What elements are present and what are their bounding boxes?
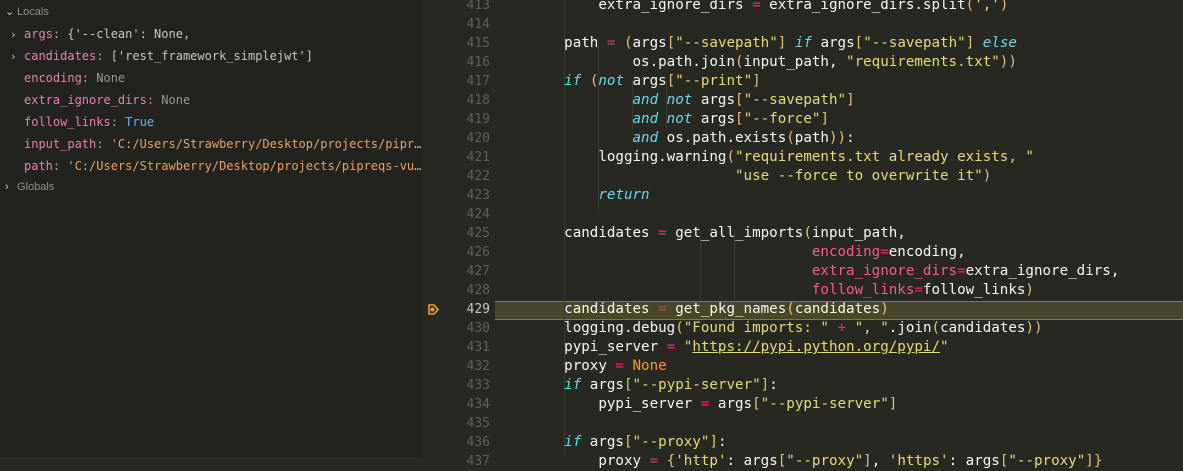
variable-value: ['rest_framework_simplejwt'] (110, 49, 313, 63)
variables-panel: ⌄ Locals › args: {'--clean': None, › candida… (0, 0, 422, 457)
line-number[interactable]: 418 (422, 91, 490, 110)
code-line[interactable]: and not args["--savepath"] (530, 91, 855, 110)
variable-name: args (24, 27, 53, 41)
line-number[interactable]: 428 (422, 281, 490, 300)
line-number[interactable]: 430 (422, 319, 490, 338)
variable-row-extra-ignore-dirs[interactable]: extra_ignore_dirs: None (0, 89, 190, 111)
line-number[interactable]: 436 (422, 433, 490, 452)
code-line[interactable]: candidates = get_pkg_names(candidates) (530, 300, 889, 319)
code-line[interactable]: extra_ignore_dirs=extra_ignore_dirs, (530, 262, 1120, 281)
code-line[interactable]: encoding=encoding, (530, 243, 966, 262)
line-number[interactable]: 415 (422, 34, 490, 53)
variable-row-input-path[interactable]: input_path: 'C:/Users/Strawberry/Desktop… (0, 133, 421, 155)
code-line[interactable]: proxy = None (530, 357, 667, 376)
code-line[interactable]: proxy = {'http': args["--proxy"], 'https… (530, 452, 1102, 471)
line-number[interactable]: 419 (422, 110, 490, 129)
line-number[interactable]: 421 (422, 148, 490, 167)
variable-name: candidates (24, 49, 97, 63)
variable-value: None (161, 93, 191, 107)
line-number[interactable]: 425 (422, 224, 490, 243)
code-editor[interactable]: extra_ignore_dirs = extra_ignore_dirs.sp… (495, 0, 1183, 469)
line-number[interactable]: 431 (422, 338, 490, 357)
line-number[interactable]: 435 (422, 414, 490, 433)
code-line[interactable]: pypi_server = args["--pypi-server"] (530, 395, 897, 414)
chevron-down-icon: ⌄ (5, 6, 15, 18)
line-number[interactable]: 422 (422, 167, 490, 186)
line-number[interactable]: 416 (422, 53, 490, 72)
variable-row-path[interactable]: path: 'C:/Users/Strawberry/Desktop/proje… (0, 155, 421, 177)
variable-row-candidates[interactable]: › candidates: ['rest_framework_simplejwt'… (0, 45, 313, 67)
variable-name: follow_links (24, 115, 111, 129)
variable-value: None (96, 71, 126, 85)
line-number[interactable]: 420 (422, 129, 490, 148)
line-number[interactable]: 433 (422, 376, 490, 395)
line-number-gutter[interactable]: 413 414 415 416 417 418 419 420 421 422 423 424 425 4… (422, 0, 495, 469)
code-line[interactable]: os.path.join(input_path, "requirements.t… (530, 53, 1016, 72)
code-line[interactable]: return (530, 186, 649, 205)
globals-section-header[interactable]: › Globals (5, 181, 54, 193)
variable-row-args[interactable]: › args: {'--clean': None, (0, 23, 190, 45)
globals-label: Globals (17, 181, 55, 193)
line-number[interactable]: 413 (422, 0, 490, 15)
line-number[interactable]: 434 (422, 395, 490, 414)
variable-name: extra_ignore_dirs (24, 93, 147, 107)
variable-name: path (24, 159, 53, 173)
line-number[interactable]: 432 (422, 357, 490, 376)
line-number[interactable]: 437 (422, 452, 490, 471)
variable-row-follow-links[interactable]: follow_links: True (0, 111, 154, 133)
code-line[interactable]: if args["--pypi-server"]: (530, 376, 778, 395)
code-line[interactable]: follow_links=follow_links) (530, 281, 1034, 300)
line-number[interactable]: 424 (422, 205, 490, 224)
code-line[interactable]: candidates = get_all_imports(input_path, (530, 224, 906, 243)
variable-name: input_path (24, 137, 97, 151)
variable-name: encoding (24, 71, 82, 85)
code-line[interactable]: and os.path.exists(path)): (530, 129, 855, 148)
line-number[interactable]: 427 (422, 262, 490, 281)
variable-value: 'C:/Users/Strawberry/Desktop/projects/pi… (67, 159, 422, 173)
line-number[interactable]: 414 (422, 15, 490, 34)
chevron-right-icon: › (5, 181, 9, 193)
line-number[interactable]: 426 (422, 243, 490, 262)
debug-current-line-icon (428, 304, 439, 315)
code-line[interactable]: and not args["--force"] (530, 110, 829, 129)
variable-value: True (125, 115, 155, 129)
variable-row-encoding[interactable]: encoding: None (0, 67, 125, 89)
code-line[interactable]: path = (args["--savepath"] if args["--sa… (530, 34, 1017, 53)
code-line[interactable]: "use --force to overwrite it") (530, 167, 991, 186)
expand-chevron-icon[interactable]: › (10, 46, 24, 68)
locals-section-header[interactable]: ⌄ Locals (5, 5, 49, 18)
code-line[interactable]: if args["--proxy"]: (530, 433, 726, 452)
line-number[interactable]: 423 (422, 186, 490, 205)
variable-value: 'C:/Users/Strawberry/Desktop/projects/pi… (110, 137, 422, 151)
code-line[interactable]: logging.debug("Found imports: " + ", ".j… (530, 319, 1042, 338)
expand-chevron-icon[interactable]: › (10, 24, 24, 46)
code-line[interactable]: extra_ignore_dirs = extra_ignore_dirs.sp… (530, 0, 1008, 15)
code-line[interactable]: logging.warning("requirements.txt alread… (530, 148, 1034, 167)
variable-value: {'--clean': None, (67, 27, 191, 41)
code-line[interactable]: if (not args["--print"] (530, 72, 761, 91)
line-number[interactable]: 417 (422, 72, 490, 91)
locals-label: Locals (17, 6, 49, 18)
code-line[interactable]: pypi_server = "https://pypi.python.org/p… (530, 338, 948, 357)
